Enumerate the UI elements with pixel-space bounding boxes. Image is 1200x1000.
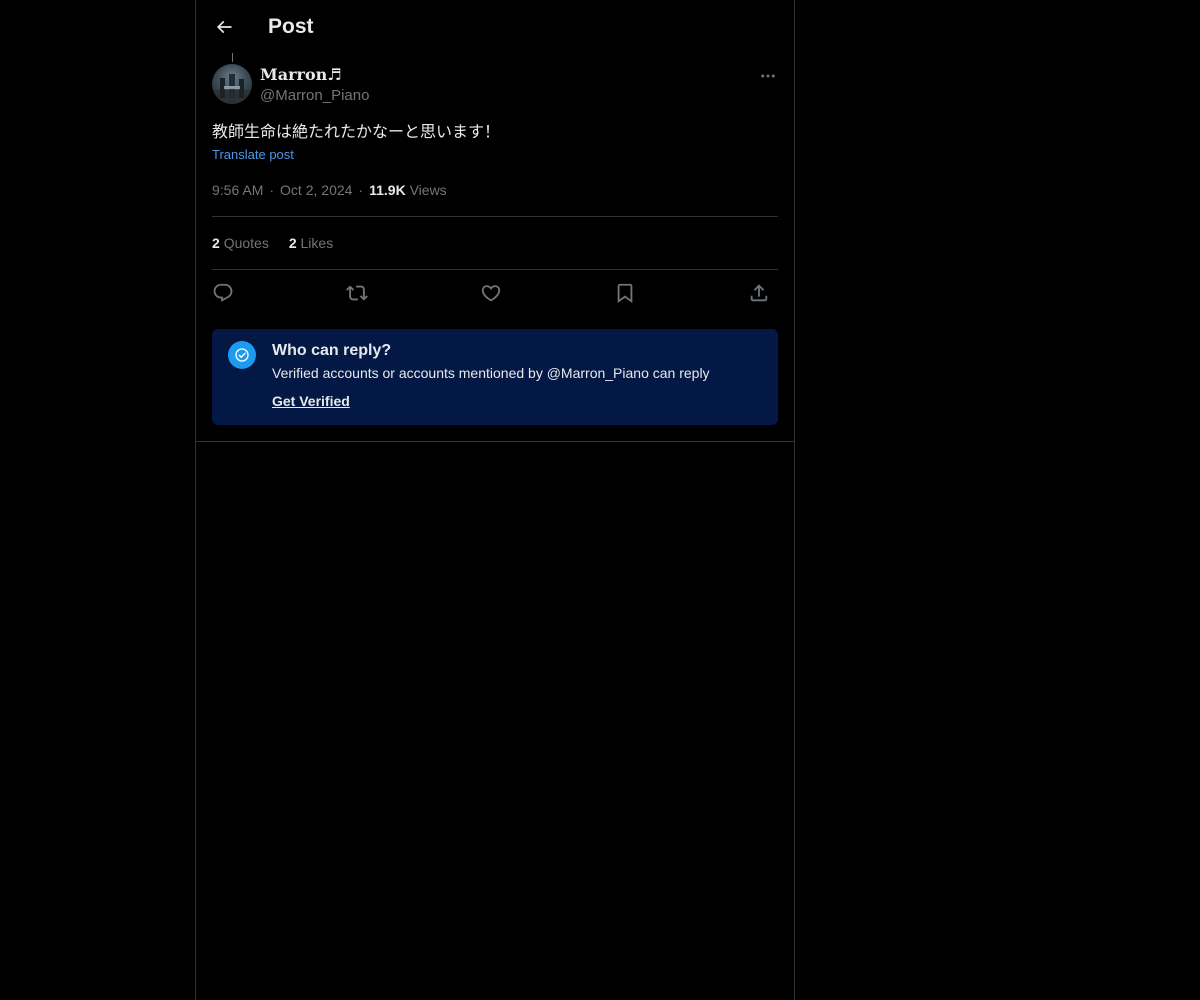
post-date[interactable]: Oct 2, 2024 [280, 182, 352, 198]
action-bar [212, 280, 778, 306]
post-stats: 2 Quotes 2 Likes [212, 234, 353, 253]
back-button[interactable] [208, 11, 240, 43]
thread-connector-line [232, 53, 233, 62]
likes-count: 2 [288, 235, 297, 251]
bookmark-icon [617, 283, 633, 304]
avatar-image [212, 74, 252, 104]
translate-post-link[interactable]: Translate post [212, 146, 294, 164]
post-metadata: 9:56 AM · Oct 2, 2024 · 11.9K Views [212, 181, 447, 200]
who-can-reply-title: Who can reply? [272, 342, 392, 359]
checkmark-icon [235, 348, 249, 362]
divider [196, 441, 794, 442]
bookmark-button[interactable] [612, 280, 638, 306]
reply-button[interactable] [210, 280, 236, 306]
post-text: 教師生命は絶たれたかなーと思います！ [212, 122, 501, 141]
heart-icon [481, 285, 501, 302]
who-can-reply-description: Verified accounts or accounts mentioned … [272, 365, 710, 381]
more-options-button[interactable] [758, 66, 778, 86]
author-display-name[interactable]: Marron♬ [260, 65, 342, 85]
likes-stat[interactable]: 2 Likes [289, 235, 333, 251]
quotes-stat[interactable]: 2 Quotes [212, 235, 269, 251]
top-bar: Post [196, 0, 794, 53]
get-verified-link[interactable]: Get Verified [272, 392, 350, 411]
verified-badge-icon [228, 341, 256, 369]
views-count: 11.9K [369, 182, 406, 198]
share-icon [750, 284, 768, 302]
quotes-label: Quotes [223, 235, 269, 251]
separator-dot: · [358, 182, 364, 198]
who-can-reply-box: Who can reply? Verified accounts or acco… [212, 329, 778, 425]
divider [212, 269, 778, 270]
avatar[interactable] [212, 64, 252, 104]
post-column: Post Marron♬ @Marron_Piano 教師生命は絶たれたかなーと… [195, 0, 795, 1000]
quotes-count: 2 [212, 235, 220, 251]
share-button[interactable] [746, 280, 772, 306]
more-horizontal-icon [761, 74, 775, 78]
likes-label: Likes [300, 235, 334, 251]
post-time[interactable]: 9:56 AM [212, 182, 263, 198]
separator-dot: · [269, 182, 275, 198]
divider [212, 216, 778, 217]
views-label: Views [409, 182, 447, 198]
like-button[interactable] [478, 280, 504, 306]
reply-icon [213, 283, 233, 302]
repost-button[interactable] [344, 280, 370, 306]
repost-icon [346, 285, 368, 301]
page-title: Post [268, 15, 314, 38]
author-handle[interactable]: @Marron_Piano [260, 86, 369, 106]
arrow-left-icon [216, 20, 232, 34]
